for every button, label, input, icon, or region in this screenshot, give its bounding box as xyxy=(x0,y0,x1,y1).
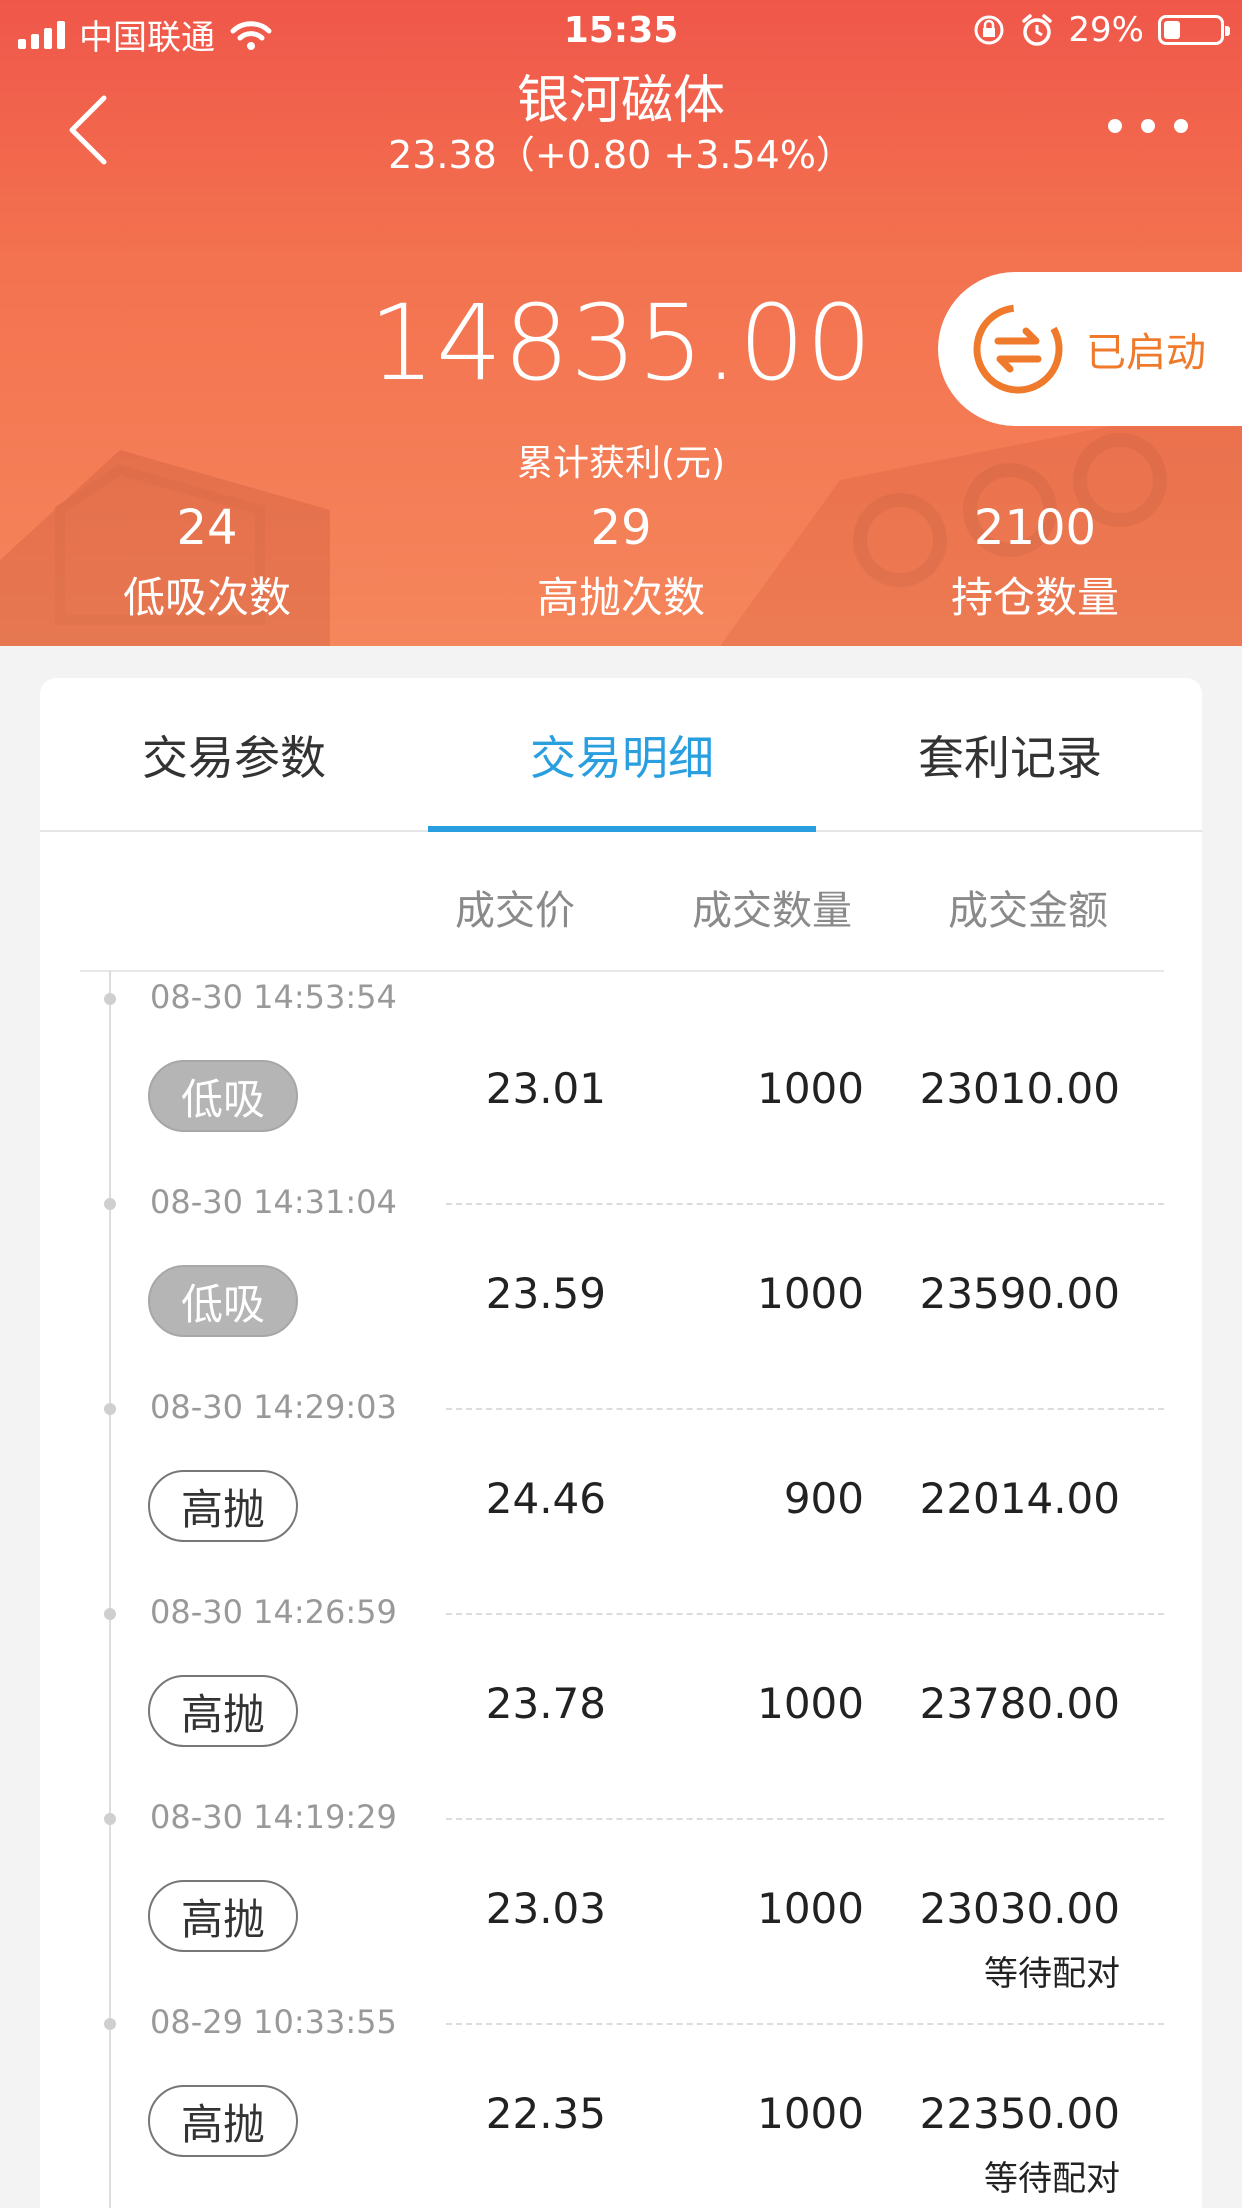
trade-type-badge: 低吸 xyxy=(148,1060,298,1132)
trade-record-row[interactable]: 08-29 10:33:55 高抛 22.35 1000 22350.00 等待配对 xyxy=(40,1993,1202,2199)
timeline-dot xyxy=(104,1608,116,1620)
record-price: 22.35 xyxy=(485,2089,606,2138)
record-amount: 23030.00 xyxy=(919,1884,1120,1933)
timeline-dot xyxy=(104,1198,116,1210)
record-quantity: 900 xyxy=(783,1474,864,1523)
record-quantity: 1000 xyxy=(757,1269,864,1318)
row-divider xyxy=(446,1408,1164,1410)
record-price: 23.59 xyxy=(485,1269,606,1318)
stat-label: 低吸次数 xyxy=(122,573,291,622)
tab-trade-params[interactable]: 交易参数 xyxy=(40,678,428,832)
record-amount: 22350.00 xyxy=(919,2089,1120,2138)
stock-quote: 23.38（+0.80 +3.54%） xyxy=(388,133,854,177)
record-time: 08-30 14:29:03 xyxy=(150,1388,397,1426)
total-profit-label: 累计获利(元) xyxy=(516,443,726,484)
trade-type-badge: 高抛 xyxy=(148,2085,298,2157)
exchange-icon xyxy=(973,304,1063,394)
record-quantity: 1000 xyxy=(757,1064,864,1113)
record-status-note: 等待配对 xyxy=(984,2159,1120,2199)
column-header-price: 成交价 xyxy=(455,888,575,934)
status-bar: 中国联通 15:35 29% xyxy=(0,0,1242,64)
stat-value: 29 xyxy=(590,500,652,556)
record-quantity: 1000 xyxy=(757,1884,864,1933)
record-quantity: 1000 xyxy=(757,1679,864,1728)
header: 中国联通 15:35 29% 银河磁体 23.38（+0.80 +3.54%） … xyxy=(0,0,1242,646)
record-amount: 23010.00 xyxy=(919,1064,1120,1113)
column-header-amount: 成交金额 xyxy=(948,888,1108,934)
row-divider xyxy=(446,1613,1164,1615)
more-options-button[interactable] xyxy=(1108,106,1188,146)
timeline-dot xyxy=(104,1403,116,1415)
trade-card: 交易参数 交易明细 套利记录 成交价 成交数量 成交金额 08-30 14:53… xyxy=(40,678,1202,2208)
record-price: 24.46 xyxy=(485,1474,606,1523)
rotation-lock-icon xyxy=(974,15,1004,45)
record-quantity: 1000 xyxy=(757,2089,864,2138)
trade-type-badge: 高抛 xyxy=(148,1470,298,1542)
trade-record-row[interactable]: 08-30 14:19:29 高抛 23.03 1000 23030.00 等待配对 xyxy=(40,1788,1202,1994)
record-time: 08-30 14:31:04 xyxy=(150,1183,397,1221)
tab-arbitrage-records[interactable]: 套利记录 xyxy=(816,678,1202,832)
strategy-status-button[interactable]: 已启动 xyxy=(938,272,1242,426)
trade-record-row[interactable]: 08-30 14:29:03 高抛 24.46 900 22014.00 xyxy=(40,1378,1202,1583)
more-icon xyxy=(1108,119,1122,133)
timeline-dot xyxy=(104,1813,116,1825)
stat-value: 2100 xyxy=(973,500,1097,556)
stat-low-buy: 24 低吸次数 xyxy=(57,500,357,625)
stat-label: 高抛次数 xyxy=(536,573,705,622)
row-divider xyxy=(446,1818,1164,1820)
trade-type-badge: 高抛 xyxy=(148,1675,298,1747)
record-time: 08-30 14:19:29 xyxy=(150,1798,397,1836)
timeline-dot xyxy=(104,993,116,1005)
record-price: 23.78 xyxy=(485,1679,606,1728)
trade-record-row[interactable]: 08-30 14:26:59 高抛 23.78 1000 23780.00 xyxy=(40,1583,1202,1788)
active-tab-indicator xyxy=(428,826,816,832)
record-time: 08-29 10:33:55 xyxy=(150,2003,397,2041)
stats-row: 24 低吸次数 29 高抛次数 2100 持仓数量 xyxy=(0,500,1242,630)
stat-position: 2100 持仓数量 xyxy=(885,500,1185,625)
stat-high-sell: 29 高抛次数 xyxy=(471,500,771,625)
trade-type-badge: 低吸 xyxy=(148,1265,298,1337)
timeline-dot xyxy=(104,2018,116,2030)
record-amount: 23780.00 xyxy=(919,1679,1120,1728)
tab-trade-details[interactable]: 交易明细 xyxy=(428,678,816,832)
record-status-note: 等待配对 xyxy=(984,1954,1120,1994)
row-divider xyxy=(446,1203,1164,1205)
stock-name: 银河磁体 xyxy=(516,71,725,131)
record-price: 23.01 xyxy=(485,1064,606,1113)
row-divider xyxy=(446,2023,1164,2025)
record-price: 23.03 xyxy=(485,1884,606,1933)
stat-label: 持仓数量 xyxy=(950,573,1119,622)
trade-record-row[interactable]: 08-30 14:53:54 低吸 23.01 1000 23010.00 xyxy=(40,968,1202,1173)
record-amount: 23590.00 xyxy=(919,1269,1120,1318)
record-time: 08-30 14:26:59 xyxy=(150,1593,397,1631)
column-header-quantity: 成交数量 xyxy=(692,888,852,934)
battery-percent: 29% xyxy=(1068,10,1144,50)
record-amount: 22014.00 xyxy=(919,1474,1120,1523)
battery-icon xyxy=(1158,15,1230,45)
stat-value: 24 xyxy=(176,500,238,556)
alarm-icon xyxy=(1022,14,1053,46)
strategy-status-label: 已启动 xyxy=(1086,330,1206,376)
trade-record-row[interactable]: 08-30 14:31:04 低吸 23.59 1000 23590.00 xyxy=(40,1173,1202,1378)
trade-type-badge: 高抛 xyxy=(148,1880,298,1952)
record-time: 08-30 14:53:54 xyxy=(150,978,397,1016)
tab-bar: 交易参数 交易明细 套利记录 xyxy=(40,678,1202,832)
